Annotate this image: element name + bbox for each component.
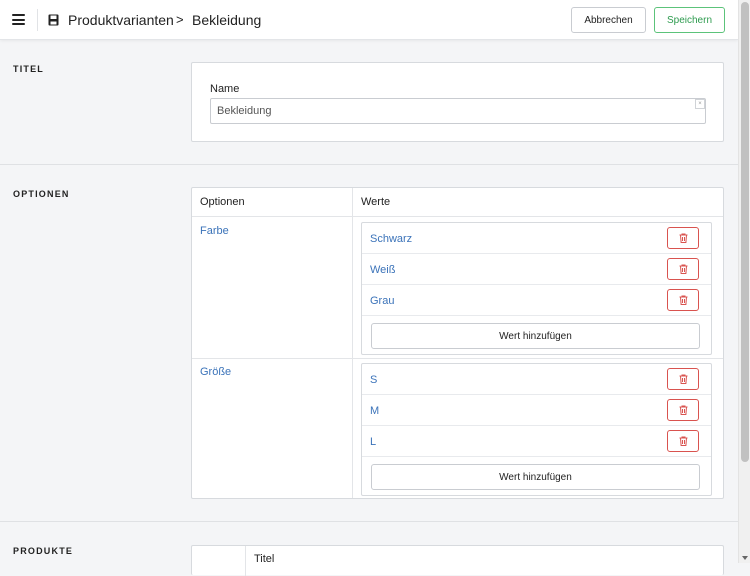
save-icon xyxy=(48,14,59,26)
breadcrumb-separator: > xyxy=(176,12,184,27)
breadcrumb-root[interactable]: Produktvarianten xyxy=(68,12,174,28)
option-name[interactable]: Farbe xyxy=(200,225,229,237)
value-text[interactable]: Grau xyxy=(370,295,394,307)
value-row: Schwarz xyxy=(362,223,711,254)
value-row: Weiß xyxy=(362,254,711,285)
column-header-options: Optionen xyxy=(200,196,245,208)
name-label: Name xyxy=(210,83,240,95)
value-row: Grau xyxy=(362,285,711,316)
delete-value-button[interactable] xyxy=(667,368,699,390)
option-name[interactable]: Größe xyxy=(200,366,231,378)
scrollbar-thumb[interactable] xyxy=(741,2,749,462)
trash-icon xyxy=(679,233,688,243)
delete-value-button[interactable] xyxy=(667,430,699,452)
title-card: Name × xyxy=(191,62,724,142)
delete-value-button[interactable] xyxy=(667,227,699,249)
trash-icon xyxy=(679,405,688,415)
options-table: Optionen Werte Farbe Schwarz Weiß Grau W… xyxy=(191,187,724,499)
value-row: M xyxy=(362,395,711,426)
section-divider xyxy=(0,521,738,522)
column-divider xyxy=(352,216,353,498)
value-row: S xyxy=(362,364,711,395)
delete-value-button[interactable] xyxy=(667,289,699,311)
value-list: S M L Wert hinzufügen xyxy=(361,363,712,496)
cancel-button[interactable]: Abbrechen xyxy=(571,7,646,33)
value-text[interactable]: L xyxy=(370,436,376,448)
page-title: Bekleidung xyxy=(192,12,262,28)
value-list: Schwarz Weiß Grau Wert hinzufügen xyxy=(361,222,712,355)
header-divider xyxy=(192,216,723,217)
add-value-button[interactable]: Wert hinzufügen xyxy=(371,464,700,490)
row-divider xyxy=(192,358,723,359)
trash-icon xyxy=(679,264,688,274)
delete-value-button[interactable] xyxy=(667,258,699,280)
value-text[interactable]: M xyxy=(370,405,379,417)
column-header-title: Titel xyxy=(254,553,275,565)
scrollbar[interactable] xyxy=(738,0,750,563)
value-row: L xyxy=(362,426,711,457)
delete-value-button[interactable] xyxy=(667,399,699,421)
section-divider xyxy=(0,164,738,165)
value-text[interactable]: S xyxy=(370,374,377,386)
scroll-down-icon[interactable] xyxy=(742,556,748,560)
trash-icon xyxy=(679,295,688,305)
trash-icon xyxy=(679,374,688,384)
input-resize-icon: × xyxy=(695,99,705,109)
trash-icon xyxy=(679,436,688,446)
section-label-products: PRODUKTE xyxy=(13,546,74,556)
products-table: Titel xyxy=(191,545,724,576)
add-value-button[interactable]: Wert hinzufügen xyxy=(371,323,700,349)
divider xyxy=(37,9,38,31)
top-bar: Produktvarianten > Bekleidung Abbrechen … xyxy=(0,0,738,40)
value-text[interactable]: Schwarz xyxy=(370,233,412,245)
column-divider xyxy=(245,546,246,576)
name-input[interactable] xyxy=(210,98,706,124)
section-label-options: OPTIONEN xyxy=(13,189,70,199)
menu-icon[interactable] xyxy=(12,14,25,25)
column-header-values: Werte xyxy=(361,196,391,208)
value-text[interactable]: Weiß xyxy=(370,264,395,276)
column-divider xyxy=(352,188,353,216)
section-label-title: TITEL xyxy=(13,64,44,74)
save-button[interactable]: Speichern xyxy=(654,7,725,33)
